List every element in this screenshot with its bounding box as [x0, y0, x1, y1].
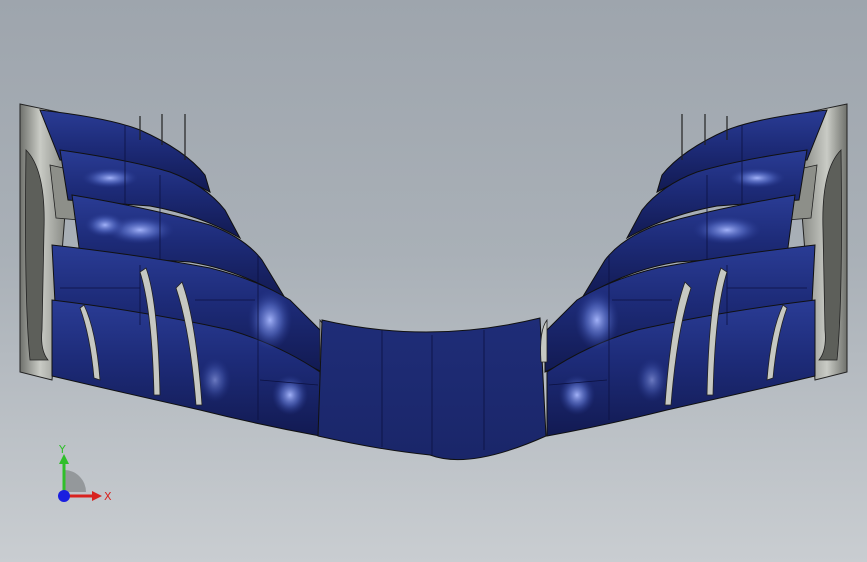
front-wing-model[interactable]: [0, 0, 867, 562]
triad-plane-icon: [64, 470, 86, 492]
center-section: [317, 317, 547, 461]
axis-triad[interactable]: Y X: [48, 440, 128, 515]
graphics-viewport[interactable]: Y X: [0, 0, 867, 562]
y-axis-label: Y: [58, 443, 66, 456]
x-axis-label: X: [104, 490, 112, 503]
z-axis-icon: [58, 490, 70, 502]
right-wing-section: [540, 103, 848, 437]
left-wing-section: [19, 103, 327, 437]
